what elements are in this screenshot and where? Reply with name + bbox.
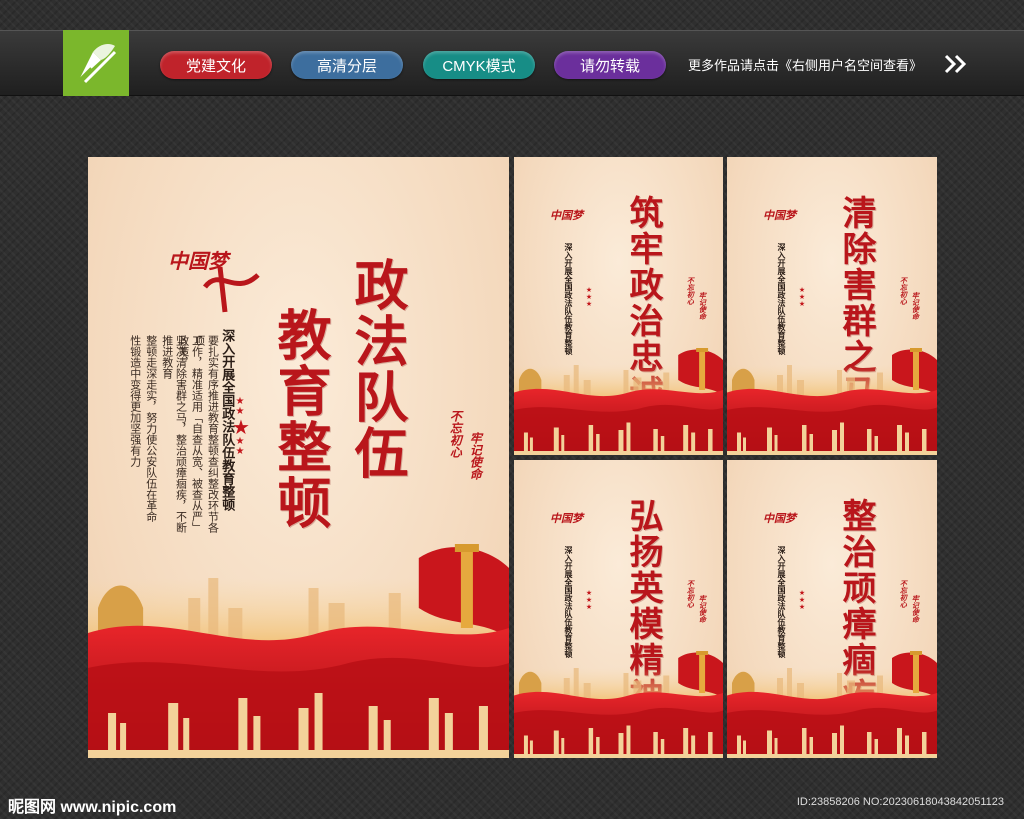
slogan-left: 不忘初心 — [899, 580, 909, 608]
slogan-right: 牢记使命 — [911, 292, 921, 320]
poster-hero-spirit: 中国梦 弘扬英模精神 深入开展全国政法队伍教育整顿 ★ ★ ★ 不忘初心 牢记使命 — [514, 460, 723, 758]
stars-decoration: ★ ★ ★ ★ ★ — [232, 396, 250, 457]
main-body-line-5: 性锻造中变得更加坚强有力 — [128, 335, 142, 467]
image-id: ID:23858206 NO:20230618043842051123 — [796, 796, 1004, 808]
slogan-left: 不忘初心 — [686, 580, 696, 608]
slogan-left: 不忘初心 — [899, 277, 909, 305]
main-title-col2: 教育整顿 — [268, 307, 332, 531]
poster-fix-chronic-ills: 中国梦 整治顽瘴痼疾 深入开展全国政法队伍教育整顿 ★ ★ ★ 不忘初心 牢记使命 — [727, 460, 937, 758]
site-watermark[interactable]: 昵图网 www.nipic.com — [8, 793, 176, 817]
brush-stroke-icon — [203, 266, 260, 313]
china-dream-logo: 中国梦 — [763, 512, 796, 525]
red-ribbon-cityscape — [514, 648, 723, 758]
red-ribbon-cityscape — [514, 345, 723, 455]
red-ribbon-cityscape — [727, 345, 937, 455]
red-ribbon-cityscape — [727, 648, 937, 758]
china-dream-logo: 中国梦 — [763, 209, 796, 222]
tag-cmyk[interactable]: CMYK模式 — [423, 51, 535, 79]
tag-no-repost[interactable]: 请勿转载 — [554, 51, 666, 79]
stars-decoration: ★ ★ ★ — [798, 286, 806, 308]
main-body-line-3: 坚决清除害群之马，整治顽瘴痼疾，不断推进教育 — [160, 335, 188, 533]
stars-decoration: ★ ★ ★ — [585, 286, 593, 308]
brand-logo — [63, 30, 129, 96]
stars-decoration: ★ ★ ★ — [585, 589, 593, 611]
china-dream-logo: 中国梦 — [550, 209, 583, 222]
china-dream-logo: 中国梦 — [550, 512, 583, 525]
pen-nib-icon — [78, 44, 117, 84]
double-chevron-right-icon[interactable] — [944, 54, 970, 74]
poster-political-loyalty: 中国梦 筑牢政治忠诚 深入开展全国政法队伍教育整顿 ★ ★ ★ 不忘初心 牢记使命 — [514, 157, 723, 455]
slogan-left: 不忘初心 — [686, 277, 696, 305]
main-body-line-4: 整顿走深走实，努力使公安队伍在革命 — [144, 335, 158, 522]
slogan-right: 牢记使命 — [698, 292, 708, 320]
slogan-right: 牢记使命 — [911, 595, 921, 623]
poster-remove-black-sheep: 中国梦 清除害群之马 深入开展全国政法队伍教育整顿 ★ ★ ★ 不忘初心 牢记使命 — [727, 157, 937, 455]
stars-decoration: ★ ★ ★ — [798, 589, 806, 611]
tag-hd-layers[interactable]: 高清分层 — [291, 51, 403, 79]
more-works-link[interactable]: 更多作品请点击《右侧用户名空间查看》 — [688, 55, 922, 74]
red-ribbon-cityscape — [88, 538, 509, 758]
main-title-col1: 政法队伍 — [345, 257, 409, 481]
slogan-right: 牢记使命 — [698, 595, 708, 623]
slogan-left: 不忘初心 — [448, 410, 463, 458]
tag-party-culture[interactable]: 党建文化 — [160, 51, 272, 79]
main-poster: 中国梦 政法队伍 教育整顿 深入开展全国政法队伍教育整顿 ★ ★ ★ ★ ★ 要扎实有序… — [88, 157, 509, 758]
slogan-right: 牢记使命 — [468, 432, 483, 480]
